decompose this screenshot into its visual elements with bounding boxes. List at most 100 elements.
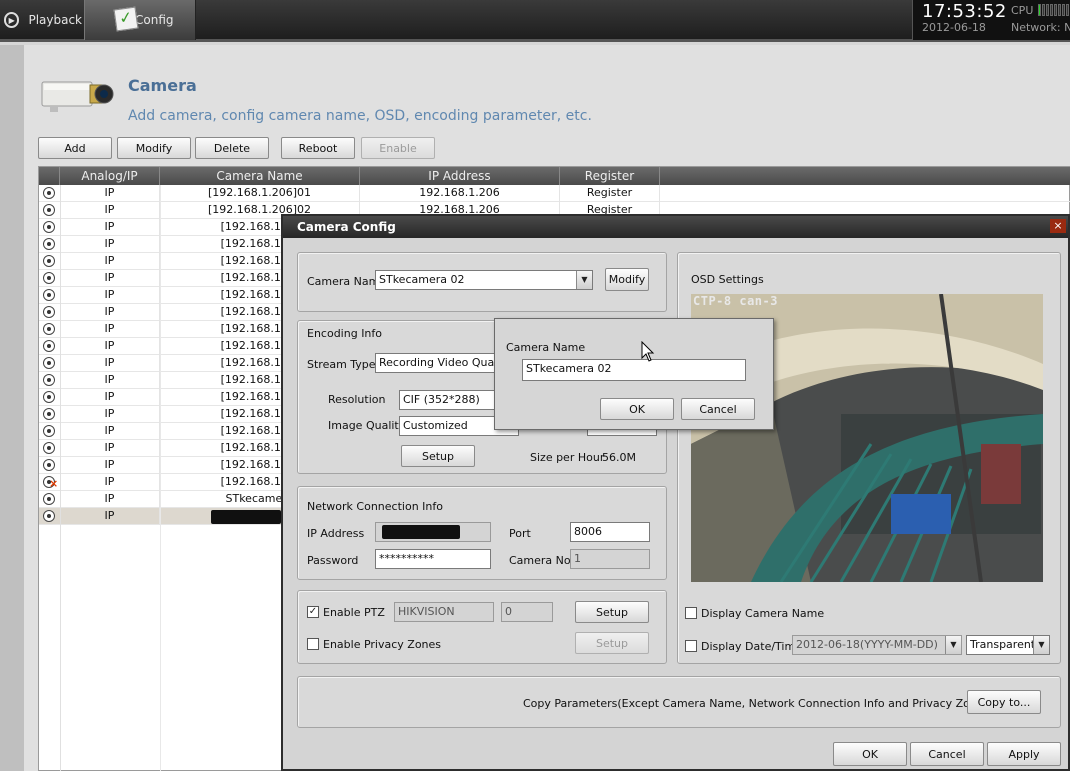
clock-time: 17:53:52 [922, 1, 1007, 22]
camera-status-icon [43, 442, 55, 454]
camera-name-modify-button[interactable]: Modify [605, 268, 649, 291]
cell-type: IP [60, 185, 160, 202]
privacy-setup-button[interactable]: Setup [575, 632, 649, 654]
network-label: Network: N [1011, 21, 1070, 34]
cell-type: IP [60, 406, 160, 423]
page-title: Camera [128, 76, 197, 95]
enable-ptz-checkbox[interactable]: ✓ [307, 606, 319, 618]
chevron-down-icon[interactable]: ▼ [1033, 636, 1049, 654]
camera-status-icon [43, 272, 55, 284]
camera-status-icon [43, 238, 55, 250]
date-format-combo[interactable]: 2012-06-18(YYYY-MM-DD) ▼ [792, 635, 962, 655]
cell-type: IP [60, 236, 160, 253]
redacted-ip [382, 525, 460, 539]
top-bar: ▶ Playback ✓ Config [0, 0, 1070, 42]
transparency-value: Transparent [970, 638, 1036, 651]
image-quality-label: Image Quality [328, 419, 406, 432]
camera-status-icon [43, 459, 55, 471]
camera-status-icon [43, 323, 55, 335]
popup-camera-name-input[interactable]: STkecamera 02 [522, 359, 746, 381]
display-camera-name-checkbox[interactable] [685, 607, 697, 619]
playback-icon: ▶ [4, 12, 20, 28]
reboot-button[interactable]: Reboot [281, 137, 355, 159]
transparency-combo[interactable]: Transparent ▼ [966, 635, 1050, 655]
enable-button[interactable]: Enable [361, 137, 435, 159]
page-subtitle: Add camera, config camera name, OSD, enc… [128, 108, 592, 124]
chevron-down-icon[interactable]: ▼ [576, 271, 592, 289]
close-icon[interactable]: × [1050, 219, 1066, 233]
camera-status-icon [43, 221, 55, 233]
camera-status-icon [43, 510, 55, 522]
cell-name: [192.168.1.206]01 [160, 185, 360, 202]
dialog-ok-button[interactable]: OK [833, 742, 907, 766]
cell-type: IP [60, 270, 160, 287]
add-button[interactable]: Add [38, 137, 112, 159]
camera-no-field[interactable]: 1 [570, 549, 650, 569]
camera-no-label: Camera No. [509, 554, 574, 567]
network-title: Network Connection Info [307, 500, 443, 513]
camera-status-icon [43, 187, 55, 199]
dialog-title: Camera Config [283, 216, 1068, 238]
image-quality-value: Customized [403, 419, 468, 432]
delete-button[interactable]: Delete [195, 137, 269, 159]
ptz-setup-button[interactable]: Setup [575, 601, 649, 623]
enable-ptz-label: Enable PTZ [323, 606, 385, 619]
camera-name-combo[interactable]: STkecamera 02 ▼ [375, 270, 593, 290]
col-camera-name[interactable]: Camera Name [160, 167, 360, 185]
password-label: Password [307, 554, 359, 567]
cell-type: IP [60, 440, 160, 457]
camera-name-popup: Camera Name STkecamera 02 OK Cancel [494, 318, 774, 430]
encoding-setup-button[interactable]: Setup [401, 445, 475, 467]
cell-type: IP [60, 304, 160, 321]
ptz-protocol-field[interactable]: HIKVISION [394, 602, 494, 622]
port-field[interactable]: 8006 [570, 522, 650, 542]
clock-date: 2012-06-18 [922, 21, 986, 34]
col-ip-address[interactable]: IP Address [360, 167, 560, 185]
col-analog-ip[interactable]: Analog/IP [60, 167, 160, 185]
ip-address-field[interactable] [375, 522, 491, 542]
encoding-title: Encoding Info [307, 327, 383, 340]
port-label: Port [509, 527, 531, 540]
cell-reg: Register [560, 185, 660, 202]
tab-config[interactable]: ✓ Config [84, 0, 196, 40]
table-header: Analog/IP Camera Name IP Address Registe… [39, 167, 1070, 185]
ptz-address-field[interactable]: 0 [501, 602, 553, 622]
popup-camera-name-label: Camera Name [506, 341, 586, 354]
redacted-name [211, 510, 281, 524]
camera-offline-icon [43, 476, 58, 489]
left-strip [0, 45, 24, 771]
cell-type: IP [60, 372, 160, 389]
cell-type: IP [60, 474, 160, 491]
size-per-hour-label: Size per Hour [530, 451, 605, 464]
copy-to-button[interactable]: Copy to... [967, 690, 1041, 714]
cell-type: IP [60, 338, 160, 355]
chevron-down-icon[interactable]: ▼ [945, 636, 961, 654]
dialog-apply-button[interactable]: Apply [987, 742, 1061, 766]
cpu-meter [1038, 4, 1070, 16]
password-field[interactable]: ********** [375, 549, 491, 569]
camera-status-icon [43, 204, 55, 216]
resolution-value: CIF (352*288) [403, 393, 480, 406]
tab-playback[interactable]: ▶ Playback [0, 0, 82, 40]
mouse-cursor-icon [641, 341, 655, 362]
cell-type: IP [60, 423, 160, 440]
modify-button[interactable]: Modify [117, 137, 191, 159]
popup-ok-button[interactable]: OK [600, 398, 674, 420]
ip-address-label: IP Address [307, 527, 365, 540]
display-datetime-checkbox[interactable] [685, 640, 697, 652]
enable-privacy-checkbox[interactable] [307, 638, 319, 650]
cell-type: IP [60, 457, 160, 474]
osd-title: OSD Settings [691, 273, 764, 286]
cell-type: IP [60, 491, 160, 508]
camera-icon [41, 81, 114, 112]
cell-type: IP [60, 321, 160, 338]
camera-status-icon [43, 357, 55, 369]
date-format-value: 2012-06-18(YYYY-MM-DD) [796, 638, 938, 651]
popup-cancel-button[interactable]: Cancel [681, 398, 755, 420]
table-row[interactable]: IP [192.168.1.206]01 192.168.1.206 Register [39, 185, 1070, 202]
camera-status-icon [43, 425, 55, 437]
dialog-cancel-button[interactable]: Cancel [910, 742, 984, 766]
tab-config-label: Config [135, 13, 174, 27]
camera-status-icon [43, 306, 55, 318]
col-register[interactable]: Register [560, 167, 660, 185]
